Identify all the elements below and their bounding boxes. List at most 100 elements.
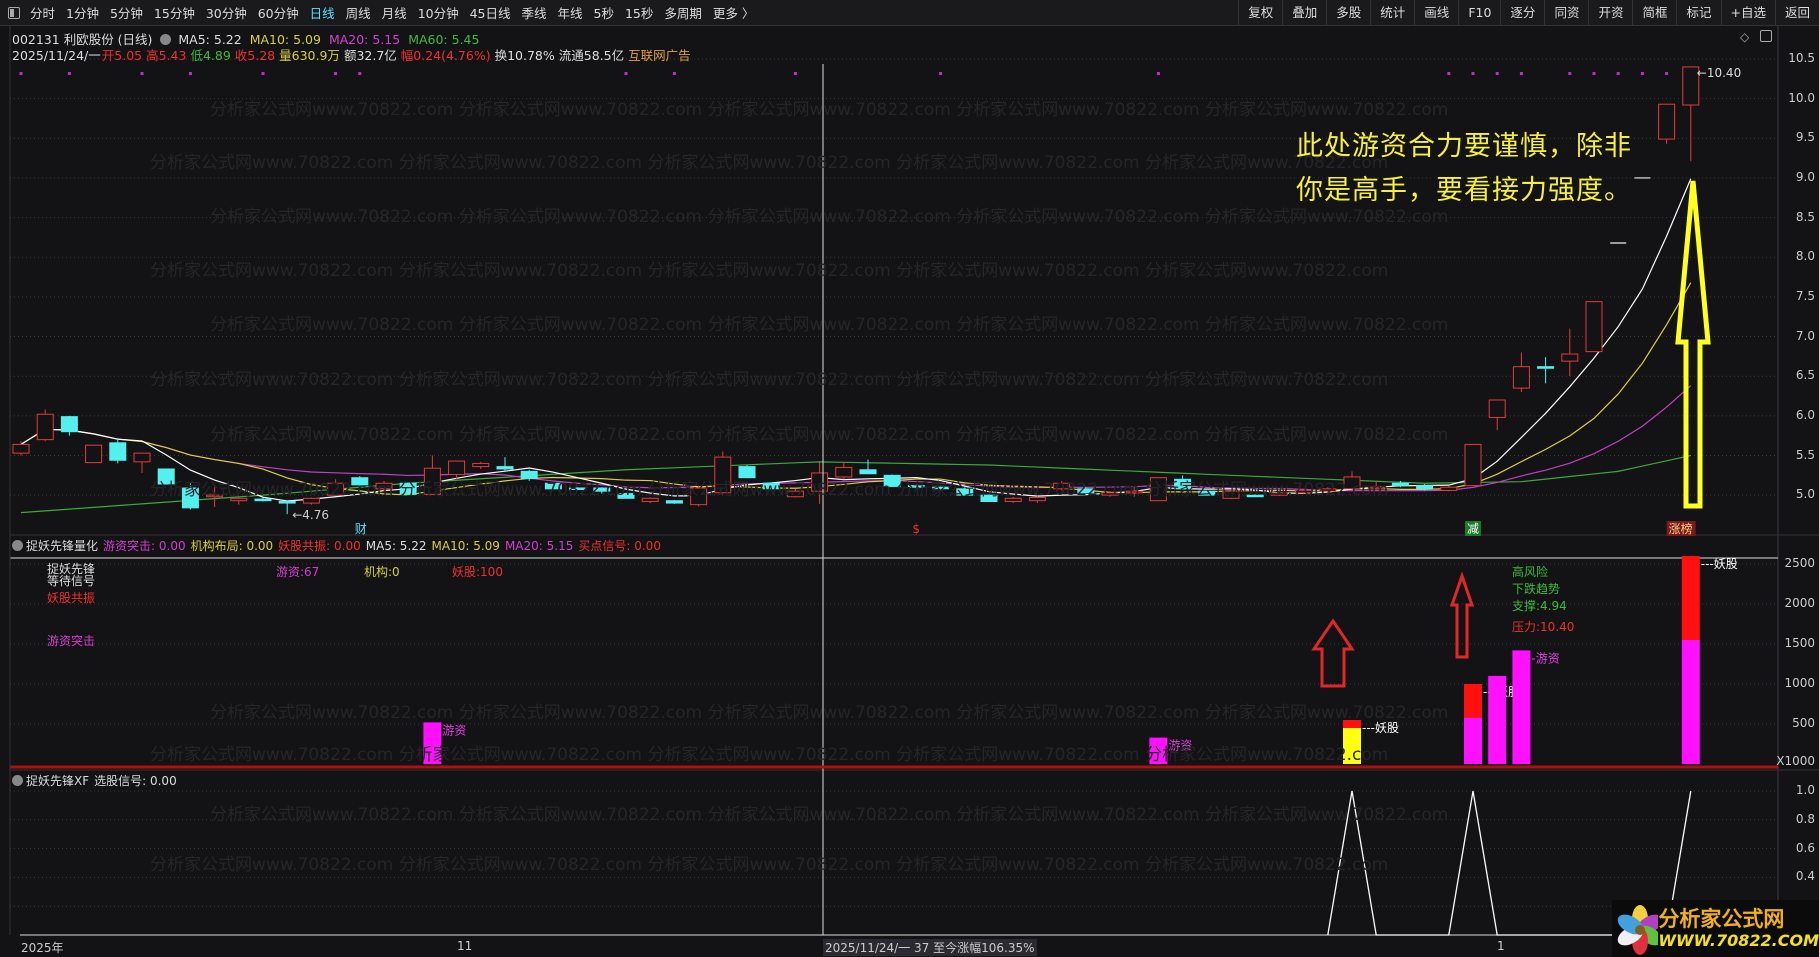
candle-up (1053, 482, 1071, 490)
zhangbang-mark: 涨榜 (1669, 521, 1693, 536)
volume: 量630.9万 (279, 48, 340, 63)
red-arrow-icon (1311, 618, 1355, 688)
tool-button-4[interactable]: 画线 (1414, 0, 1458, 26)
candle-down (617, 493, 635, 499)
period-tab-15[interactable]: 多周期 (664, 3, 702, 22)
ma5-line (20, 178, 1692, 502)
tool-button-7[interactable]: 同资 (1544, 0, 1588, 26)
candle-up (786, 490, 804, 498)
amount: 额32.7亿 (343, 48, 397, 63)
candle-down (1416, 485, 1434, 490)
tool-button-1[interactable]: 叠加 (1282, 0, 1326, 26)
period-tab-3[interactable]: 15分钟 (154, 3, 195, 22)
period-tab-5[interactable]: 60分钟 (258, 3, 299, 22)
period-tab-0[interactable]: 分时 (30, 3, 55, 22)
diamond-icon[interactable]: ◇ (1740, 30, 1749, 44)
ind-ma20: MA20: 5.15 (504, 539, 574, 553)
support: 支撑:4.94 (1512, 599, 1567, 613)
annotation-line-1: 此处游资合力要谨慎，除非 (1296, 131, 1632, 162)
tool-button-5[interactable]: F10 (1458, 0, 1500, 26)
tool-button-3[interactable]: 统计 (1370, 0, 1414, 26)
period-tab-7[interactable]: 周线 (346, 3, 371, 22)
jigou-value: 机构布局: 0.00 (190, 539, 274, 553)
period-tab-11[interactable]: 季线 (522, 3, 547, 22)
risk-trend: 下跌趋势 (1512, 582, 1561, 596)
bar-label: ---妖股 (1362, 721, 1399, 735)
period-tab-16[interactable]: 更多 〉 (713, 3, 754, 22)
period-tab-14[interactable]: 15秒 (625, 3, 653, 22)
price-tick: 10.0 (1788, 90, 1815, 105)
period-tab-1[interactable]: 1分钟 (66, 3, 99, 22)
candle-up (302, 497, 320, 504)
ma60-line (20, 454, 1691, 514)
indicator-bar-magenta (1512, 650, 1531, 764)
signal-dot (1568, 72, 1572, 75)
concept-link[interactable]: 互联网广告 (628, 48, 691, 63)
indicator1-name[interactable]: 捉妖先锋量化 (26, 539, 98, 553)
collapse-icon[interactable] (12, 775, 23, 786)
tool-button-8[interactable]: 开资 (1588, 0, 1632, 26)
candle-down (181, 487, 199, 509)
indicator2-name[interactable]: 捉妖先锋XF (26, 774, 89, 788)
period-tab-6[interactable]: 日线 (310, 3, 335, 22)
ind-ma5: MA5: 5.22 (365, 539, 427, 553)
indicator1-header: 捉妖先锋量化 游资突击: 0.00 机构布局: 0.00 妖股共振: 0.00 MA5:… (12, 537, 666, 554)
close-price: 收5.28 (234, 48, 276, 63)
candle-up (1585, 301, 1603, 353)
signal-dot (1495, 72, 1499, 75)
collapse-icon[interactable] (12, 540, 23, 551)
period-tab-8[interactable]: 月线 (382, 3, 407, 22)
candle-up (327, 482, 345, 496)
yaogu-value: 妖股共振: 0.00 (278, 539, 361, 553)
candle-up (1295, 489, 1313, 494)
legend-youzi: 游资突击 (47, 634, 96, 648)
candle-up (714, 456, 732, 494)
candle-up (230, 497, 248, 502)
signal-dot (793, 72, 797, 75)
candle-down (956, 488, 974, 496)
legend-wait: 等待信号 (47, 574, 96, 588)
price-tick: 9.5 (1795, 130, 1815, 145)
price-tick: 7.0 (1795, 328, 1815, 343)
period-tab-12[interactable]: 年线 (558, 3, 583, 22)
period-tab-10[interactable]: 45日线 (470, 3, 511, 22)
signal-dot (261, 72, 265, 75)
period-tab-4[interactable]: 30分钟 (206, 3, 247, 22)
tool-button-0[interactable]: 复权 (1238, 0, 1282, 26)
candle-up (12, 443, 30, 454)
period-toolbar: 分时 1分钟 5分钟 15分钟 30分钟 60分钟 日线 周线 月线 10分钟 45日线 季线 年线 5秒… (0, 0, 1819, 26)
tool-button-12[interactable]: 返回 (1774, 0, 1819, 26)
indicator-bar-red (1464, 684, 1482, 718)
candle-up (1658, 103, 1676, 140)
tool-button-11[interactable]: +自选 (1720, 0, 1775, 26)
signal-dot (19, 72, 23, 75)
candle-down (593, 487, 611, 492)
ma20-line (20, 385, 1692, 492)
settings-icon[interactable] (160, 34, 172, 45)
candle-down (399, 482, 417, 495)
indicator-bar-magenta (1464, 717, 1482, 764)
candle-down (254, 498, 272, 502)
indicator-bar-magenta (1488, 676, 1507, 764)
period-tab-2[interactable]: 5分钟 (110, 3, 143, 22)
candle-up (1440, 486, 1458, 491)
tool-button-10[interactable]: 标记 (1676, 0, 1720, 26)
signal-dot (1519, 72, 1523, 75)
signal-tick: 0.4 (1795, 869, 1815, 884)
tool-button-9[interactable]: 简框 (1632, 0, 1676, 26)
signal-dot (1156, 72, 1160, 75)
period-tab-13[interactable]: 5秒 (594, 3, 614, 22)
indicator-bar-magenta (423, 722, 442, 764)
tool-button-2[interactable]: 多股 (1326, 0, 1370, 26)
bar-label: 游资 (442, 723, 466, 737)
panel-toggle-icon[interactable] (8, 6, 20, 19)
layout-icon[interactable] (1760, 30, 1772, 42)
candle-down (762, 482, 780, 490)
candle-down (665, 500, 683, 504)
candle-down (496, 466, 514, 470)
candle-up (1319, 488, 1337, 492)
tool-button-6[interactable]: 逐分 (1500, 0, 1544, 26)
price-tick: 10.5 (1788, 51, 1815, 65)
cursor-date: 2025/11/24/一 37 至今涨幅106.35% (823, 939, 1037, 956)
period-tab-9[interactable]: 10分钟 (418, 3, 459, 22)
